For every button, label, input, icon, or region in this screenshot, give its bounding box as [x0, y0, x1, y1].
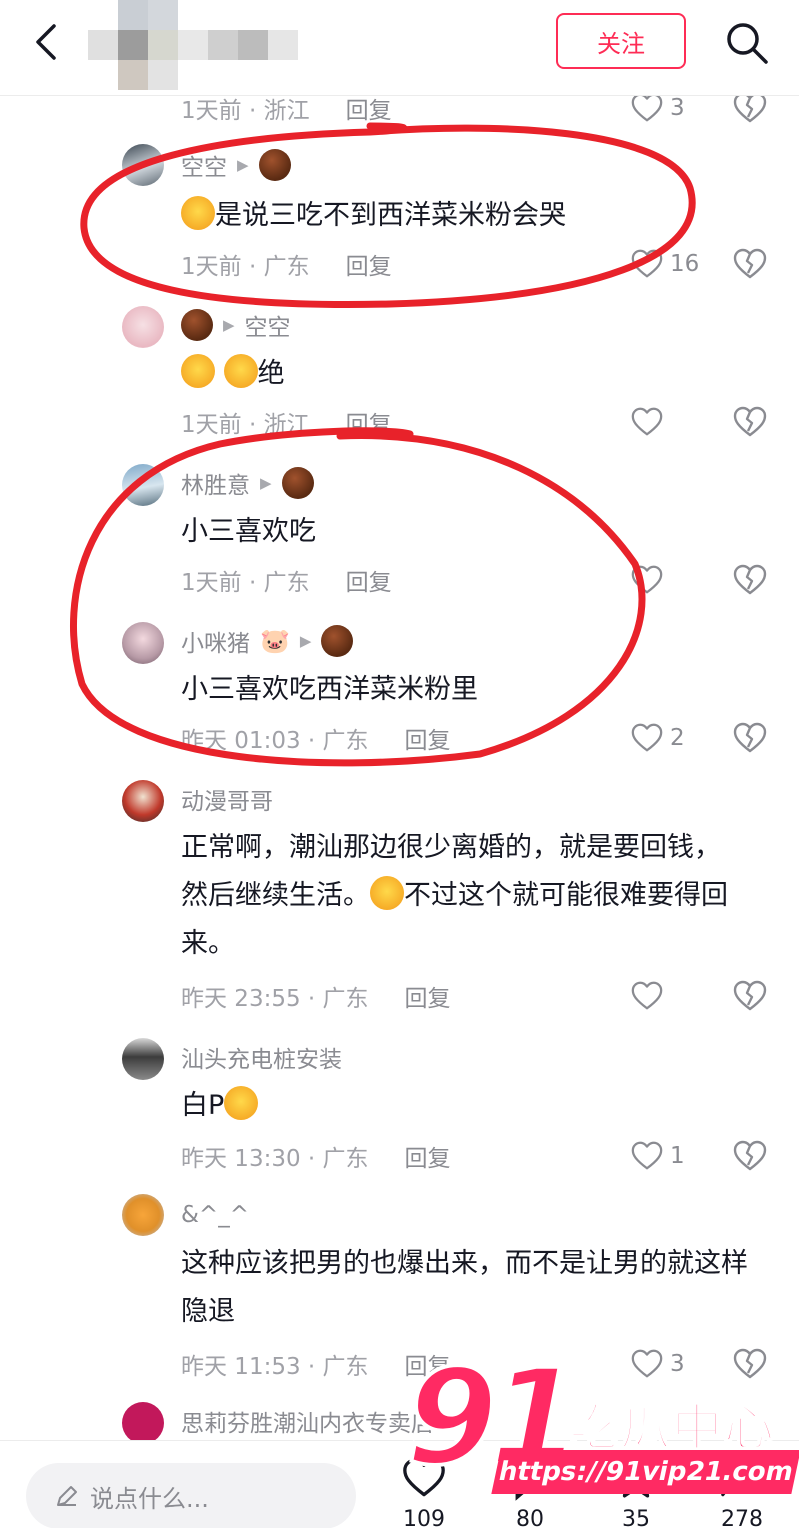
avatar[interactable] — [122, 1402, 164, 1444]
username[interactable]: 思莉芬胜潮汕内衣专卖店 — [181, 1404, 434, 1438]
back-button[interactable] — [24, 18, 72, 66]
comment-time-location: 昨天 23:55 · 广东 — [181, 986, 369, 1012]
username[interactable]: 林胜意 — [181, 466, 250, 500]
comment-text: 小三喜欢吃 — [181, 516, 316, 547]
reply-button[interactable]: 回复 — [346, 563, 392, 597]
like-button[interactable] — [630, 560, 664, 600]
username[interactable]: 汕头充电桩安装 — [181, 1040, 342, 1074]
avatar[interactable] — [122, 464, 164, 506]
dislike-icon[interactable] — [732, 404, 768, 440]
heart-icon — [630, 405, 664, 439]
heart-icon — [630, 721, 664, 755]
reply-button[interactable]: 回复 — [346, 91, 392, 125]
username[interactable]: 小咪猪 — [181, 624, 250, 658]
follow-button[interactable]: 关注 — [556, 13, 686, 69]
reply-arrow-icon: ▶ — [260, 474, 272, 492]
comment-text: 这种应该把男的也爆出来，而不是让男的就这样隐退 — [181, 1248, 748, 1327]
dog-face-emoji-icon — [370, 876, 404, 910]
comment-time-location: 昨天 11:53 · 广东 — [181, 1354, 369, 1380]
like-button[interactable]: 16 — [630, 244, 699, 284]
pencil-icon — [57, 1486, 77, 1506]
avatar[interactable] — [122, 622, 164, 664]
reply-target-avatar[interactable] — [258, 149, 291, 181]
like-button[interactable]: 1 — [630, 1136, 685, 1176]
search-button[interactable] — [722, 18, 772, 68]
heart-icon — [630, 91, 664, 125]
heart-icon — [630, 563, 664, 597]
reply-target-avatar[interactable] — [321, 625, 354, 657]
comment-time-location: 1天前 · 浙江 — [181, 98, 310, 124]
comment-text: 绝 — [257, 358, 285, 389]
dislike-icon[interactable] — [732, 1138, 768, 1174]
username[interactable]: 空空 — [181, 148, 227, 182]
crying-laughing-emoji-icon — [223, 354, 258, 388]
reply-arrow-icon: ▶ — [299, 632, 312, 650]
comment-time-location: 昨天 13:30 · 广东 — [181, 1146, 369, 1172]
dislike-icon[interactable] — [732, 720, 768, 756]
like-count: 16 — [670, 251, 700, 277]
reply-button[interactable]: 回复 — [405, 721, 451, 755]
avatar[interactable] — [122, 780, 164, 822]
laughing-emoji-icon — [181, 196, 215, 230]
heart-icon — [630, 1139, 664, 1173]
user-avatar-small[interactable] — [181, 309, 213, 341]
comment-time-location: 1天前 · 广东 — [181, 254, 310, 280]
avatar[interactable] — [122, 306, 164, 348]
pixelated-user-name — [88, 0, 300, 90]
reply-button[interactable]: 回复 — [346, 405, 392, 439]
reply-button[interactable]: 回复 — [346, 247, 392, 281]
like-count: 1 — [670, 1143, 685, 1169]
comment-input-placeholder: 说点什么... — [90, 1484, 209, 1513]
avatar[interactable] — [122, 1194, 164, 1236]
username[interactable]: 动漫哥哥 — [181, 782, 273, 816]
search-icon — [727, 23, 768, 64]
comment-text: 白P — [181, 1090, 225, 1121]
like-button[interactable]: 2 — [630, 718, 685, 758]
comment-input[interactable]: 说点什么... — [26, 1463, 356, 1528]
dislike-icon[interactable] — [732, 562, 768, 598]
like-button[interactable] — [630, 402, 664, 442]
site-watermark: 91 吃瓜中心 https://91vip21.com — [400, 1346, 799, 1528]
reply-button[interactable]: 回复 — [405, 1139, 451, 1173]
watermark-url: https://91vip21.com — [491, 1450, 799, 1494]
dislike-icon[interactable] — [732, 246, 768, 282]
avatar[interactable] — [122, 1038, 164, 1080]
crying-laughing-emoji-icon — [181, 354, 215, 388]
heart-icon — [630, 247, 664, 281]
reply-target-username[interactable]: 空空 — [245, 308, 291, 342]
reply-arrow-icon: ▶ — [237, 156, 249, 174]
username[interactable]: &^_^ — [181, 1202, 249, 1228]
chevron-left-icon — [36, 24, 56, 60]
comment-text: 是说三吃不到西洋菜米粉会哭 — [215, 200, 566, 231]
like-button[interactable] — [630, 976, 664, 1016]
avatar[interactable] — [122, 144, 164, 186]
comment-time-location: 1天前 · 广东 — [181, 570, 310, 596]
smiling-emoji-icon — [224, 1086, 259, 1120]
heart-icon — [630, 979, 664, 1013]
comment-text: 小三喜欢吃西洋菜米粉里 — [181, 674, 478, 705]
comment-time-location: 1天前 · 浙江 — [181, 412, 310, 438]
reply-arrow-icon: ▶ — [223, 316, 235, 334]
like-count: 2 — [670, 725, 685, 751]
pig-face-icon: 🐷 — [260, 627, 290, 655]
top-bar: 关注 — [0, 0, 799, 96]
reply-button[interactable]: 回复 — [405, 979, 451, 1013]
dislike-icon[interactable] — [732, 978, 768, 1014]
comment-time-location: 昨天 01:03 · 广东 — [181, 728, 369, 754]
like-count: 3 — [670, 95, 685, 121]
reply-target-avatar[interactable] — [281, 467, 314, 499]
